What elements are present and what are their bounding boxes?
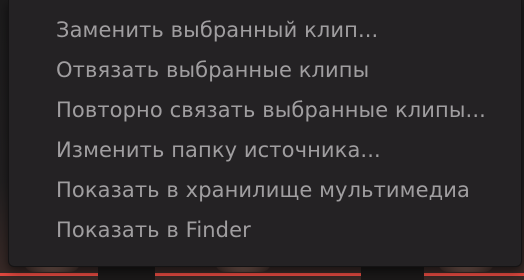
clip-color-bar [0, 273, 8, 276]
menu-item-relink-clips[interactable]: Повторно связать выбранные клипы... [9, 90, 521, 130]
menu-item-label: Показать в хранилище мультимедиа [56, 178, 470, 202]
menu-item-reveal-in-media-storage[interactable]: Показать в хранилище мультимедиа [9, 170, 521, 210]
clip-color-bar [155, 273, 361, 276]
menu-item-replace-clip[interactable]: Заменить выбранный клип... [9, 10, 521, 50]
context-menu: Заменить выбранный клип... Отвязать выбр… [8, 0, 522, 267]
menu-item-label: Показать в Finder [56, 218, 251, 242]
menu-item-label: Отвязать выбранные клипы [56, 58, 370, 82]
media-thumbnail[interactable] [0, 0, 8, 280]
menu-item-label: Изменить папку источника... [56, 138, 381, 162]
menu-item-unlink-clips[interactable]: Отвязать выбранные клипы [9, 50, 521, 90]
menu-item-label: Повторно связать выбранные клипы... [56, 98, 486, 122]
clip-color-bar [424, 273, 524, 276]
menu-item-change-source-folder[interactable]: Изменить папку источника... [9, 130, 521, 170]
menu-item-label: Заменить выбранный клип... [56, 18, 379, 42]
clip-color-bar [8, 273, 98, 276]
menu-item-reveal-in-finder[interactable]: Показать в Finder [9, 210, 521, 250]
